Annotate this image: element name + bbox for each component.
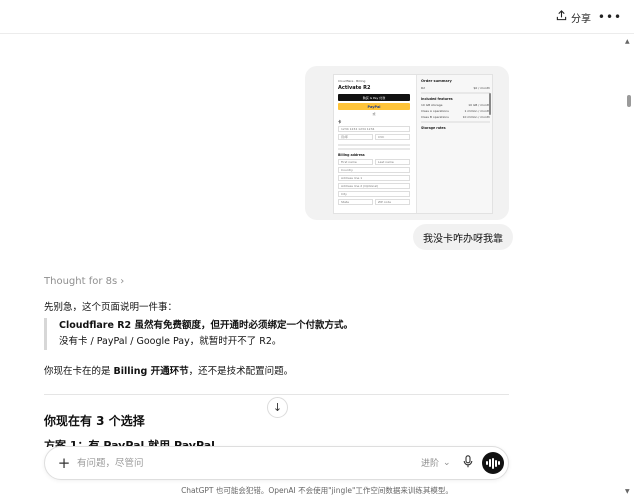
address1-field: Address line 1: [338, 175, 410, 181]
microphone-icon[interactable]: [461, 455, 475, 471]
prompt-input[interactable]: [77, 454, 407, 472]
composer: + 进阶 ⌄: [44, 446, 509, 480]
feature-name: Class B operations: [421, 115, 449, 119]
paragraph-bold: Billing 开通环节: [113, 366, 189, 377]
scroll-up-arrow-icon[interactable]: ▲: [625, 38, 630, 45]
state-field: State: [338, 199, 373, 205]
order-summary: Order summary R2 $0 / month Included fea…: [416, 75, 492, 213]
share-button[interactable]: 分享: [556, 8, 591, 26]
voice-mode-button[interactable]: [482, 452, 504, 474]
plan-price: $0 / month: [473, 86, 490, 90]
plan-row: R2 $0 / month: [421, 86, 490, 90]
disclaimer: ChatGPT 也可能会犯错。OpenAI 不会使用"jingle"工作空间数据…: [181, 486, 453, 495]
thought-label: Thought for 8s: [44, 276, 118, 287]
quote-bold-line: Cloudflare R2 虽然有免费额度，但开通时必须绑定一个付款方式。: [59, 320, 353, 331]
plus-icon[interactable]: +: [55, 454, 73, 472]
feature-row: Class B operations 10 million / month: [421, 115, 490, 119]
attached-image[interactable]: Cloudflare · Billing Activate R2 购买 G Pa…: [305, 66, 509, 220]
order-summary-title: Order summary: [421, 79, 452, 83]
feature-value: 10 GB / month: [468, 103, 490, 107]
address2-field: Address line 2 (Optional): [338, 183, 410, 189]
quote-line: 没有卡 / PayPal / Google Pay，就暂时开不了 R2。: [59, 336, 282, 347]
voice-mode-icon: [486, 457, 500, 469]
divider: [421, 121, 490, 123]
model-selector[interactable]: 进阶 ⌄: [421, 456, 451, 470]
top-bar: 分享 •••: [0, 0, 634, 34]
billing-address-label: Billing address: [338, 153, 365, 157]
section-heading: 你现在有 3 个选择: [44, 414, 145, 428]
expiry-field: 月/年: [338, 134, 373, 140]
divider: [338, 148, 410, 150]
chevron-right-icon: ›: [120, 276, 125, 287]
city-field: City: [338, 191, 410, 197]
paragraph-text: 你现在卡在的是: [44, 366, 114, 377]
share-icon: [556, 10, 567, 24]
feature-value: 1 million / month: [464, 109, 490, 113]
zip-field: ZIP code: [375, 199, 410, 205]
divider: [44, 394, 509, 395]
or-divider: 或: [372, 112, 376, 116]
blockquote: Cloudflare R2 虽然有免费额度，但开通时必须绑定一个付款方式。 没有…: [44, 318, 353, 350]
billing-brand: Cloudflare · Billing: [338, 79, 366, 83]
feature-name: 10 GB storage: [421, 103, 443, 107]
storage-rates-label: Storage rates: [421, 126, 446, 130]
feature-value: 10 million / month: [462, 115, 490, 119]
attached-screenshot: Cloudflare · Billing Activate R2 购买 G Pa…: [333, 74, 493, 214]
scroll-to-bottom-button[interactable]: ↓: [267, 397, 288, 418]
cvc-field: CVC: [375, 134, 410, 140]
plan-name: R2: [421, 86, 425, 90]
arrow-down-icon: ↓: [272, 401, 283, 414]
card-label: 卡: [338, 120, 342, 124]
more-options-button[interactable]: •••: [598, 8, 621, 26]
checkout-form: Cloudflare · Billing Activate R2 购买 G Pa…: [338, 79, 410, 207]
card-number-field: 1234 1234 1234 1234: [338, 126, 410, 132]
last-name-field: Last name: [375, 159, 410, 165]
summary-scrollbar: [489, 93, 491, 115]
assistant-intro: 先别急，这个页面说明一件事：: [44, 302, 178, 313]
paypal-button: PayPal: [338, 103, 410, 110]
included-features-label: Included features: [421, 97, 453, 101]
divider: [338, 144, 410, 146]
activate-title: Activate R2: [338, 85, 371, 91]
assistant-paragraph: 你现在卡在的是 Billing 开通环节，还不是技术配置问题。: [44, 363, 293, 377]
first-name-field: First name: [338, 159, 373, 165]
feature-row: Class A operations 1 million / month: [421, 109, 490, 113]
divider: [421, 92, 490, 94]
feature-name: Class A operations: [421, 109, 449, 113]
model-label: 进阶: [421, 459, 440, 469]
gpay-button: 购买 G Pay 付款: [338, 94, 410, 101]
feature-row: 10 GB storage 10 GB / month: [421, 103, 490, 107]
country-field: Country: [338, 167, 410, 173]
paragraph-text: ，还不是技术配置问题。: [188, 366, 294, 377]
page-scrollbar-thumb[interactable]: [627, 95, 631, 107]
more-icon: •••: [597, 10, 623, 24]
chevron-down-icon: ⌄: [443, 457, 451, 468]
thought-toggle[interactable]: Thought for 8s ›: [44, 276, 124, 287]
share-label: 分享: [571, 13, 591, 25]
user-message: 我没卡咋办呀我靠: [413, 224, 513, 250]
